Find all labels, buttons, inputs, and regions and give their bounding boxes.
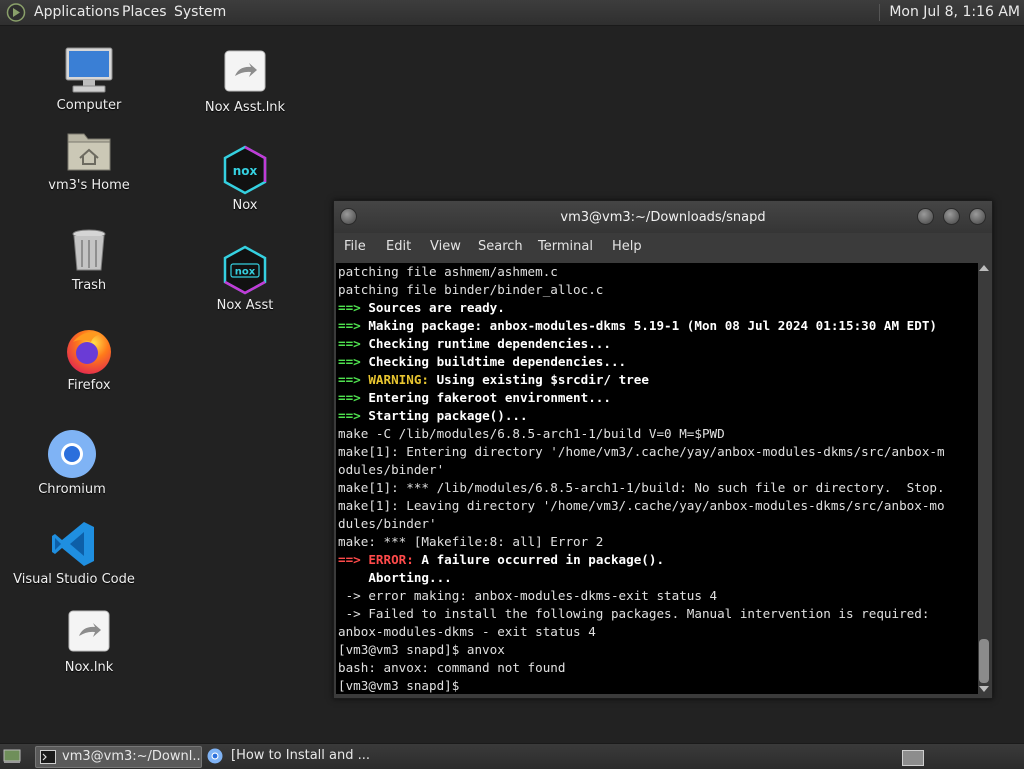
top-panel: Applications Places System Mon Jul 8, 1:…: [0, 0, 1024, 26]
terminal-line: ==> Checking runtime dependencies...: [338, 336, 611, 351]
terminal-line: ==> WARNING: Using existing $srcdir/ tre…: [338, 372, 649, 387]
terminal-line: -> error making: anbox-modules-dkms-exit…: [338, 588, 718, 603]
svg-text:nox: nox: [233, 164, 258, 178]
terminal-line: ==> ERROR: A failure occurred in package…: [338, 552, 665, 567]
desktop-icon-computer[interactable]: Computer: [24, 44, 154, 113]
system-menu[interactable]: System: [174, 4, 226, 20]
desktop-icon-nox-lnk[interactable]: Nox.lnk: [24, 606, 154, 675]
menu-view[interactable]: View: [430, 239, 461, 254]
computer-icon: [63, 44, 115, 96]
desktop-icon-label: Chromium: [38, 482, 106, 497]
terminal-line: ==> Checking buildtime dependencies...: [338, 354, 627, 369]
arch-menu-icon[interactable]: [6, 3, 26, 22]
terminal-line: ==> Entering fakeroot environment...: [338, 390, 611, 405]
menu-help[interactable]: Help: [612, 239, 642, 254]
desktop-icon-label: Nox.lnk: [64, 660, 114, 675]
menu-search[interactable]: Search: [478, 239, 523, 254]
menu-file[interactable]: File: [344, 239, 366, 254]
terminal-line: -> Failed to install the following packa…: [338, 606, 930, 621]
desktop-icon-label: Nox: [232, 198, 258, 213]
scroll-up-arrow-icon[interactable]: [979, 265, 989, 271]
terminal-line: make[1]: Leaving directory '/home/vm3/.c…: [338, 498, 945, 513]
terminal-line: make: *** [Makefile:8: all] Error 2: [338, 534, 604, 549]
terminal-line: Aborting...: [338, 570, 452, 585]
terminal-line: anbox-modules-dkms - exit status 4: [338, 624, 596, 639]
desktop-icon-label: Nox Asst: [216, 298, 274, 313]
taskbar-label: vm3@vm3:~/Downl...: [62, 749, 202, 764]
desktop-icon-label: Firefox: [67, 378, 111, 393]
terminal-line: bash: anvox: command not found: [338, 660, 566, 675]
firefox-icon: [63, 324, 115, 376]
nox-icon: nox: [219, 144, 271, 196]
bottom-panel: vm3@vm3:~/Downl... [How to Install and .…: [0, 743, 1024, 769]
terminal-line: [vm3@vm3 snapd]$ anvox: [338, 642, 505, 657]
desktop-icon-label: Nox Asst.lnk: [204, 100, 286, 115]
terminal-line: patching file binder/binder_alloc.c: [338, 282, 604, 297]
desktop-icon-label: Computer: [56, 98, 122, 113]
terminal-output[interactable]: patching file ashmem/ashmem.c patching fi…: [336, 263, 978, 694]
terminal-line: ==> Starting package()...: [338, 408, 528, 423]
menu-edit[interactable]: Edit: [386, 239, 411, 254]
window-titlebar[interactable]: vm3@vm3:~/Downloads/snapd: [334, 201, 992, 233]
terminal-line: ==> Making package: anbox-modules-dkms 5…: [338, 318, 937, 333]
taskbar-button-browser[interactable]: [How to Install and ...: [204, 746, 369, 766]
desktop-icon-label: Visual Studio Code: [13, 572, 135, 587]
terminal-menubar: File Edit View Search Terminal Help: [334, 233, 992, 261]
minimize-button[interactable]: [917, 208, 934, 225]
terminal-line: make -C /lib/modules/6.8.5-arch1-1/build…: [338, 426, 725, 441]
clock[interactable]: Mon Jul 8, 1:16 AM: [881, 0, 1024, 25]
nox-asst-icon: nox: [219, 244, 271, 296]
shortcut-icon: [219, 46, 271, 98]
terminal-line: odules/binder': [338, 462, 445, 477]
terminal-window[interactable]: vm3@vm3:~/Downloads/snapd File Edit View…: [333, 200, 993, 699]
terminal-scrollbar[interactable]: [978, 263, 990, 694]
desktop-icon-nox[interactable]: nox Nox: [180, 144, 310, 213]
terminal-line: make[1]: Entering directory '/home/vm3/.…: [338, 444, 945, 459]
terminal-icon: [40, 750, 56, 764]
maximize-button[interactable]: [943, 208, 960, 225]
scroll-down-arrow-icon[interactable]: [979, 686, 989, 692]
close-button[interactable]: [969, 208, 986, 225]
show-desktop-icon[interactable]: [3, 748, 21, 764]
home-folder-icon: [63, 124, 115, 176]
desktop-icon-firefox[interactable]: Firefox: [24, 324, 154, 393]
taskbar-label: [How to Install and ...: [231, 748, 369, 763]
desktop-icon-chromium[interactable]: Chromium: [7, 428, 137, 497]
desktop-icon-trash[interactable]: Trash: [24, 224, 154, 293]
desktop-icon-label: Trash: [71, 278, 107, 293]
terminal-line: dules/binder': [338, 516, 437, 531]
terminal-line: patching file ashmem/ashmem.c: [338, 264, 558, 279]
vscode-icon: [48, 518, 100, 570]
chromium-icon: [207, 748, 223, 764]
applications-menu[interactable]: Applications: [34, 4, 120, 20]
panel-separator: [879, 4, 880, 21]
desktop-icon-nox-asst-lnk[interactable]: Nox Asst.lnk: [180, 46, 310, 115]
workspace-switcher[interactable]: [902, 750, 924, 766]
taskbar-button-terminal[interactable]: vm3@vm3:~/Downl...: [35, 746, 202, 768]
terminal-line: make[1]: *** /lib/modules/6.8.5-arch1-1/…: [338, 480, 945, 495]
trash-icon: [63, 224, 115, 276]
menu-terminal[interactable]: Terminal: [538, 239, 593, 254]
terminal-line: [vm3@vm3 snapd]$: [338, 678, 467, 693]
desktop-icon-vscode[interactable]: Visual Studio Code: [9, 518, 139, 587]
shortcut-icon: [63, 606, 115, 658]
desktop-icon-label: vm3's Home: [48, 178, 130, 193]
places-menu[interactable]: Places: [122, 4, 167, 20]
scrollbar-thumb[interactable]: [979, 639, 989, 683]
svg-text:nox: nox: [235, 267, 256, 278]
desktop-icon-home[interactable]: vm3's Home: [24, 124, 154, 193]
window-title: vm3@vm3:~/Downloads/snapd: [560, 210, 766, 225]
chromium-icon: [46, 428, 98, 480]
desktop-icon-nox-asst[interactable]: nox Nox Asst: [180, 244, 310, 313]
terminal-line: ==> Sources are ready.: [338, 300, 505, 315]
